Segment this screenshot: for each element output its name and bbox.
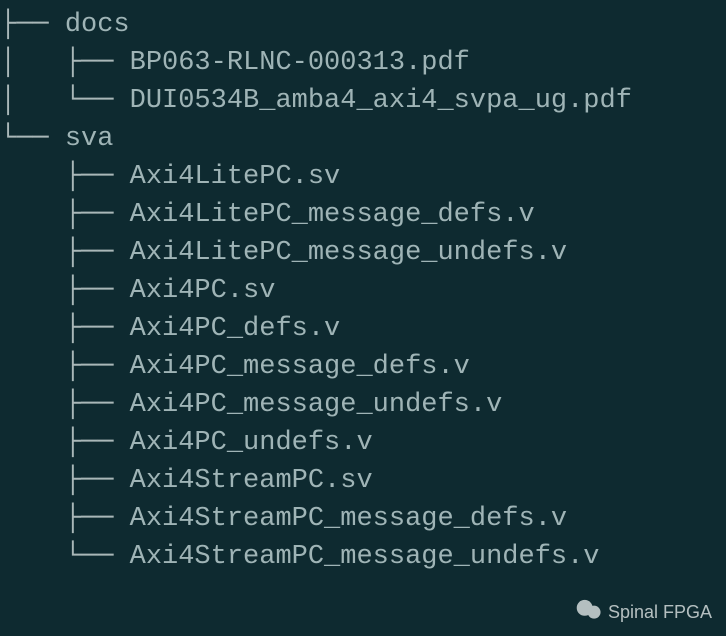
wechat-icon: [576, 599, 602, 626]
tree-file: ├── Axi4StreamPC_message_defs.v: [0, 500, 726, 538]
tree-branch-icon: ├──: [0, 352, 130, 382]
directory-tree: ├── docs│ ├── BP063-RLNC-000313.pdf│ └──…: [0, 0, 726, 576]
file-name: Axi4StreamPC_message_defs.v: [130, 504, 567, 534]
watermark-text: Spinal FPGA: [608, 602, 712, 623]
tree-branch-icon: ├──: [0, 466, 130, 496]
file-name: Axi4PC_message_defs.v: [130, 352, 470, 382]
tree-branch-icon: │ ├──: [0, 48, 130, 78]
file-name: Axi4StreamPC_message_undefs.v: [130, 542, 600, 572]
tree-file: ├── Axi4LitePC_message_undefs.v: [0, 234, 726, 272]
file-name: Axi4LitePC.sv: [130, 162, 341, 192]
tree-branch-icon: └──: [0, 542, 130, 572]
tree-file: │ └── DUI0534B_amba4_axi4_svpa_ug.pdf: [0, 82, 726, 120]
file-name: Axi4PC_message_undefs.v: [130, 390, 503, 420]
tree-branch-icon: ├──: [0, 200, 130, 230]
file-name: DUI0534B_amba4_axi4_svpa_ug.pdf: [130, 86, 632, 116]
dir-name: sva: [65, 124, 114, 154]
tree-file: └── Axi4StreamPC_message_undefs.v: [0, 538, 726, 576]
tree-branch-icon: ├──: [0, 428, 130, 458]
tree-file: ├── Axi4LitePC.sv: [0, 158, 726, 196]
tree-branch-icon: └──: [0, 124, 65, 154]
tree-file: ├── Axi4LitePC_message_defs.v: [0, 196, 726, 234]
tree-file: ├── Axi4PC_message_undefs.v: [0, 386, 726, 424]
watermark: Spinal FPGA: [576, 599, 712, 626]
tree-branch-icon: ├──: [0, 504, 130, 534]
tree-branch-icon: ├──: [0, 238, 130, 268]
dir-name: docs: [65, 10, 130, 40]
tree-branch-icon: │ └──: [0, 86, 130, 116]
file-name: Axi4LitePC_message_undefs.v: [130, 238, 567, 268]
file-name: Axi4StreamPC.sv: [130, 466, 373, 496]
file-name: Axi4PC_defs.v: [130, 314, 341, 344]
file-name: Axi4PC_undefs.v: [130, 428, 373, 458]
tree-file: ├── Axi4PC.sv: [0, 272, 726, 310]
tree-branch-icon: ├──: [0, 390, 130, 420]
tree-file: ├── Axi4PC_undefs.v: [0, 424, 726, 462]
file-name: BP063-RLNC-000313.pdf: [130, 48, 470, 78]
tree-file: ├── Axi4PC_message_defs.v: [0, 348, 726, 386]
file-name: Axi4LitePC_message_defs.v: [130, 200, 535, 230]
tree-branch-icon: ├──: [0, 314, 130, 344]
tree-branch-icon: ├──: [0, 10, 65, 40]
tree-file: ├── Axi4PC_defs.v: [0, 310, 726, 348]
tree-dir: ├── docs: [0, 6, 726, 44]
file-name: Axi4PC.sv: [130, 276, 276, 306]
tree-file: ├── Axi4StreamPC.sv: [0, 462, 726, 500]
tree-branch-icon: ├──: [0, 162, 130, 192]
tree-dir: └── sva: [0, 120, 726, 158]
tree-file: │ ├── BP063-RLNC-000313.pdf: [0, 44, 726, 82]
tree-branch-icon: ├──: [0, 276, 130, 306]
